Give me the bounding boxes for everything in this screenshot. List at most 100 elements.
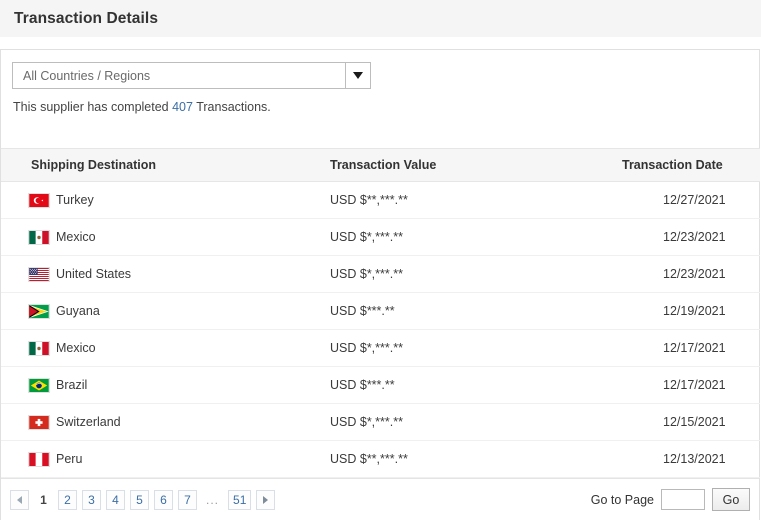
table-row: Guyana USD $***.** 12/19/2021 (1, 292, 760, 330)
cell-shipping-destination: Brazil (1, 366, 321, 404)
cell-transaction-date: 12/19/2021 (612, 292, 760, 330)
destination-name: Peru (56, 452, 83, 466)
chevron-left-icon[interactable] (10, 489, 29, 510)
transaction-value: USD $*,***.** (330, 267, 403, 281)
destination-name: Mexico (56, 341, 96, 355)
transaction-count-link[interactable]: 407 (172, 100, 193, 114)
column-header-transaction-date: Transaction Date (612, 148, 760, 182)
table-row: Mexico USD $*,***.** 12/23/2021 (1, 218, 760, 256)
page-link-3[interactable]: 3 (82, 489, 101, 510)
destination-cell-content: Switzerland (1, 414, 321, 430)
destination-cell-content: Guyana (1, 303, 321, 319)
transaction-date: 12/17/2021 (663, 341, 726, 355)
table-footer: 1 234567 ... 51 Go to Page Go (1, 478, 759, 520)
goto-page-group: Go to Page Go (591, 488, 750, 511)
table-row: Brazil USD $***.** 12/17/2021 (1, 366, 760, 404)
table-row: Switzerland USD $*,***.** 12/15/2021 (1, 403, 760, 441)
destination-name: Switzerland (56, 415, 121, 429)
summary-prefix: This supplier has completed (13, 100, 173, 114)
page-link-2[interactable]: 2 (58, 489, 77, 510)
destination-cell-content: Brazil (1, 377, 321, 393)
title-divider (0, 38, 761, 49)
page-link-4[interactable]: 4 (106, 489, 125, 510)
page-ellipsis: ... (206, 492, 220, 507)
transaction-date: 12/15/2021 (663, 415, 726, 429)
table-row: United States USD $*,***.** 12/23/2021 (1, 255, 760, 293)
page-link-7[interactable]: 7 (178, 489, 197, 510)
table-body: Turkey USD $**,***.** 12/27/2021 Mexico USD … (1, 181, 760, 478)
destination-name: Guyana (56, 304, 100, 318)
chevron-down-icon[interactable] (345, 62, 371, 89)
cell-transaction-value: USD $*,***.** (321, 255, 612, 293)
column-header-transaction-value: Transaction Value (321, 148, 612, 182)
cell-transaction-value: USD $*,***.** (321, 403, 612, 441)
transaction-date: 12/23/2021 (663, 267, 726, 281)
table-row: Peru USD $**,***.** 12/13/2021 (1, 440, 760, 478)
cell-shipping-destination: Mexico (1, 218, 321, 256)
destination-name: Turkey (56, 193, 94, 207)
destination-cell-content: Turkey (1, 192, 321, 208)
column-header-shipping-destination: Shipping Destination (1, 148, 321, 182)
country-region-select-value[interactable]: All Countries / Regions (12, 62, 345, 89)
flag-icon-ch (28, 414, 50, 430)
cell-shipping-destination: Turkey (1, 181, 321, 219)
summary-suffix: Transactions. (192, 100, 271, 114)
cell-transaction-date: 12/23/2021 (612, 255, 760, 293)
country-region-select[interactable]: All Countries / Regions (12, 62, 371, 89)
table-row: Turkey USD $**,***.** 12/27/2021 (1, 181, 760, 219)
destination-cell-content: Peru (1, 451, 321, 467)
column-header-shipping-destination-label: Shipping Destination (31, 158, 156, 172)
transaction-date: 12/27/2021 (663, 193, 726, 207)
flag-icon-mx (28, 229, 50, 245)
table-row: Mexico USD $*,***.** 12/17/2021 (1, 329, 760, 367)
transaction-value: USD $*,***.** (330, 341, 403, 355)
goto-page-label: Go to Page (590, 492, 654, 507)
page-title: Transaction Details (14, 9, 159, 27)
cell-shipping-destination: Switzerland (1, 403, 321, 441)
cell-shipping-destination: Guyana (1, 292, 321, 330)
cell-transaction-date: 12/13/2021 (612, 440, 760, 478)
transaction-date: 12/13/2021 (663, 452, 726, 466)
page-link-5[interactable]: 5 (130, 489, 149, 510)
transaction-date: 12/17/2021 (663, 378, 726, 392)
cell-transaction-date: 12/23/2021 (612, 218, 760, 256)
transaction-details-page: Transaction Details All Countries / Regi… (0, 0, 761, 521)
cell-transaction-value: USD $***.** (321, 366, 612, 404)
flag-icon-tr (28, 192, 50, 208)
cell-transaction-value: USD $*,***.** (321, 218, 612, 256)
cell-transaction-date: 12/27/2021 (612, 181, 760, 219)
filter-area: All Countries / Regions This supplier ha… (1, 50, 759, 148)
page-link-6[interactable]: 6 (154, 489, 173, 510)
cell-shipping-destination: Mexico (1, 329, 321, 367)
flag-icon-pe (28, 451, 50, 467)
chevron-right-icon[interactable] (256, 489, 276, 510)
transaction-date: 12/19/2021 (663, 304, 726, 318)
cell-transaction-date: 12/15/2021 (612, 403, 760, 441)
column-header-transaction-date-label: Transaction Date (622, 158, 723, 172)
cell-shipping-destination: United States (1, 255, 321, 293)
page-current: 1 (40, 492, 47, 507)
flag-icon-gy (28, 303, 50, 319)
flag-icon-mx (28, 340, 50, 356)
goto-page-input[interactable] (661, 489, 705, 510)
go-button[interactable]: Go (712, 488, 750, 511)
left-arrow-shape (17, 495, 22, 504)
transaction-value: USD $***.** (330, 378, 395, 392)
cell-transaction-value: USD $**,***.** (321, 181, 612, 219)
transactions-table: Shipping Destination Transaction Value T… (1, 148, 760, 478)
cell-transaction-value: USD $*,***.** (321, 329, 612, 367)
table-header: Shipping Destination Transaction Value T… (1, 148, 760, 182)
transaction-value: USD $*,***.** (330, 415, 403, 429)
destination-cell-content: Mexico (1, 340, 321, 356)
cell-shipping-destination: Peru (1, 440, 321, 478)
transaction-date: 12/23/2021 (663, 230, 726, 244)
flag-icon-us (28, 266, 50, 282)
page-last[interactable]: 51 (228, 489, 252, 510)
pagination: 1 234567 ... 51 (10, 489, 276, 510)
cell-transaction-value: USD $**,***.** (321, 440, 612, 478)
flag-icon-br (28, 377, 50, 393)
content-panel: All Countries / Regions This supplier ha… (0, 49, 760, 520)
transaction-value: USD $***.** (330, 304, 395, 318)
column-header-transaction-value-label: Transaction Value (330, 158, 437, 172)
destination-cell-content: United States (1, 266, 321, 282)
